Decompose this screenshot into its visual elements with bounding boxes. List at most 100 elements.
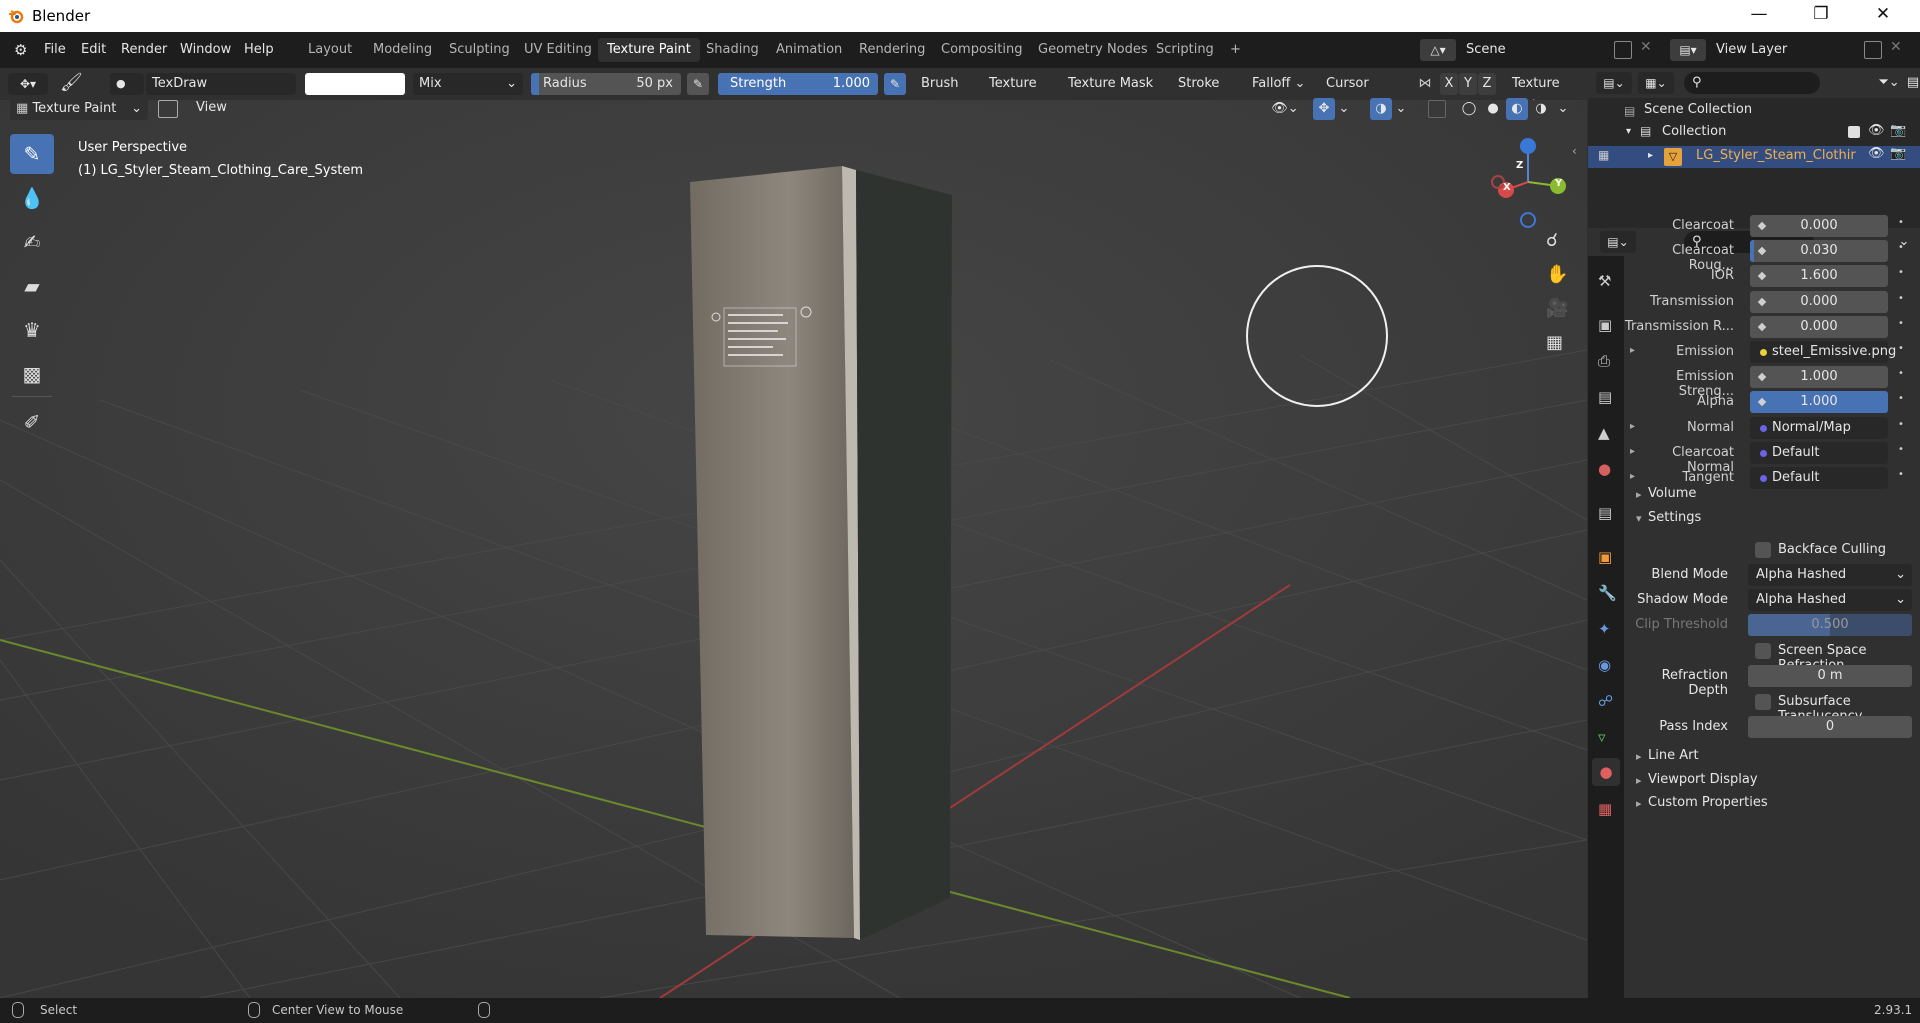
expand-icon[interactable]: ▸ — [1636, 774, 1642, 787]
falloff-menu[interactable]: Falloff ⌄ — [1246, 73, 1312, 95]
clone-tool-icon[interactable]: ▰ — [10, 266, 54, 306]
object-label[interactable]: LG_Styler_Steam_Clothir — [1696, 148, 1856, 163]
socket-icon[interactable] — [1757, 297, 1767, 306]
eye-icon[interactable]: 👁 — [1868, 146, 1885, 161]
socket-icon[interactable] — [1757, 372, 1767, 382]
view-layer-tab-icon[interactable]: ▤ — [1598, 388, 1612, 406]
outliner-search-input[interactable]: ⚲ — [1684, 72, 1820, 94]
tab-animation[interactable]: Animation — [767, 38, 851, 62]
tab-texture-paint[interactable]: Texture Paint — [598, 38, 700, 62]
expand-icon[interactable]: ▸ — [1636, 488, 1642, 501]
display-mode-icon[interactable]: ▦⌄ — [1638, 72, 1674, 94]
scene-selector-icon[interactable]: △▾ — [1420, 39, 1456, 61]
xray-toggle-icon[interactable] — [1428, 100, 1446, 118]
keyframe-dot-icon[interactable]: • — [1898, 343, 1904, 354]
view-menu[interactable]: View — [196, 100, 227, 115]
socket-icon[interactable] — [1760, 349, 1767, 356]
socket-icon[interactable] — [1760, 449, 1767, 457]
ssr-checkbox[interactable] — [1755, 643, 1771, 659]
socket-icon[interactable] — [1757, 221, 1767, 231]
outliner-editor-type-icon[interactable]: ▤⌄ — [1596, 72, 1632, 94]
keyframe-dot-icon[interactable]: • — [1898, 444, 1904, 455]
viewport-display-panel-header[interactable]: Viewport Display — [1648, 772, 1758, 787]
tab-uv-editing[interactable]: UV Editing — [515, 38, 601, 62]
tab-layout[interactable]: Layout — [299, 38, 361, 62]
keyframe-dot-icon[interactable]: • — [1898, 217, 1904, 228]
property-field[interactable]: Normal/Map — [1750, 416, 1888, 439]
refraction-depth-field[interactable]: 0 m — [1748, 665, 1912, 687]
keyframe-dot-icon[interactable]: • — [1898, 393, 1904, 404]
brush-name-field[interactable]: TexDraw — [146, 73, 296, 95]
brush-menu[interactable]: Brush ⌄ — [915, 73, 975, 113]
expand-icon[interactable]: ▸ — [1636, 797, 1642, 810]
tab-geometry-nodes[interactable]: Geometry Nodes — [1029, 38, 1157, 62]
menu-help[interactable]: Help — [244, 32, 274, 68]
property-field[interactable]: Default — [1750, 441, 1888, 464]
property-field[interactable]: 1.000 — [1750, 391, 1888, 414]
collection-checkbox[interactable] — [1848, 126, 1860, 138]
property-field[interactable]: 0.000 — [1750, 315, 1888, 338]
menu-window[interactable]: Window — [180, 32, 231, 68]
output-tab-icon[interactable]: ⎙ — [1598, 352, 1610, 370]
property-field[interactable]: 0.000 — [1750, 215, 1888, 237]
socket-icon[interactable] — [1757, 322, 1767, 332]
3d-viewport[interactable]: Z Y X User Perspective (1) LG_Styler_Ste… — [0, 100, 1587, 998]
shadow-mode-dropdown[interactable]: Alpha Hashed ⌄ — [1748, 589, 1912, 611]
rendered-shading-icon[interactable]: ◑ — [1530, 98, 1552, 120]
new-collection-icon[interactable]: ▤ — [1906, 72, 1920, 94]
pan-hand-icon[interactable]: ✋ — [1546, 264, 1568, 285]
socket-icon[interactable] — [1757, 272, 1767, 281]
socket-icon[interactable] — [1760, 424, 1767, 432]
socket-icon[interactable] — [1757, 246, 1767, 256]
tab-sculpting[interactable]: Sculpting — [440, 38, 519, 62]
settings-panel-header[interactable]: Settings — [1648, 510, 1701, 525]
annotate-tool-icon[interactable]: ✐ — [10, 402, 54, 442]
keyframe-dot-icon[interactable]: • — [1898, 318, 1904, 329]
filter-icon[interactable]: ⏷⌄ — [1874, 72, 1904, 94]
menu-render[interactable]: Render — [121, 32, 167, 68]
tab-shading[interactable]: Shading — [697, 38, 768, 62]
custom-properties-panel-header[interactable]: Custom Properties — [1648, 795, 1768, 810]
property-field[interactable]: 0.030 — [1750, 240, 1888, 263]
tab-scripting[interactable]: Scripting — [1147, 38, 1223, 62]
strength-pressure-icon[interactable]: ✎ — [884, 73, 906, 95]
property-field[interactable]: 0.000 — [1750, 290, 1888, 313]
render-tab-icon[interactable]: ▣ — [1598, 316, 1612, 334]
subsurface-checkbox[interactable] — [1755, 694, 1771, 710]
constraints-tab-icon[interactable]: ☍ — [1598, 692, 1613, 710]
expand-icon[interactable]: ▸ — [1630, 471, 1635, 482]
scene-field[interactable]: Scene — [1460, 39, 1610, 61]
smear-tool-icon[interactable]: ✍ — [10, 222, 54, 262]
brush-color-swatch[interactable] — [305, 73, 405, 95]
view-layer-selector-icon[interactable]: ▤▾ — [1670, 39, 1706, 61]
stroke-menu[interactable]: Stroke ⌄ — [1172, 73, 1238, 113]
data-tab-icon[interactable]: ▿ — [1598, 728, 1606, 746]
collapse-icon[interactable]: ▾ — [1636, 512, 1642, 525]
sidebar-toggle-icon[interactable]: ‹ — [1572, 144, 1577, 158]
expand-icon[interactable]: ▸ — [1630, 446, 1635, 457]
collection-label[interactable]: Collection — [1662, 124, 1726, 139]
tool-tab-icon[interactable]: ⚒ — [1598, 272, 1611, 290]
pass-index-field[interactable]: 0 — [1748, 716, 1912, 738]
property-field[interactable]: Default — [1750, 467, 1888, 489]
blend-mode-select[interactable]: Mix ⌄ — [413, 73, 523, 95]
blend-mode-dropdown[interactable]: Alpha Hashed ⌄ — [1748, 564, 1912, 586]
object-tab-icon[interactable]: ▣ — [1598, 548, 1612, 566]
expand-icon[interactable]: ▸ — [1630, 421, 1635, 432]
chevron-down-icon[interactable]: ⌄ — [1556, 98, 1570, 120]
material-shading-icon[interactable]: ◐ — [1506, 98, 1528, 120]
new-scene-icon[interactable] — [1614, 41, 1632, 59]
minimize-icon[interactable]: — — [1744, 4, 1774, 28]
particles-tab-icon[interactable]: ✦ — [1598, 620, 1611, 638]
world-tab-icon[interactable]: ● — [1598, 460, 1611, 478]
scene-collection-label[interactable]: Scene Collection — [1644, 102, 1752, 117]
gizmo-toggle-icon[interactable]: ✥ — [1313, 98, 1335, 120]
blender-menu-icon[interactable]: ⚙ — [14, 32, 27, 68]
add-workspace-icon[interactable]: + — [1221, 38, 1250, 62]
remove-view-layer-icon[interactable]: ✕ — [1890, 39, 1906, 55]
property-field[interactable]: steel_Emissive.png — [1750, 341, 1896, 363]
tab-rendering[interactable]: Rendering — [850, 38, 934, 62]
fill-tool-icon[interactable]: ♛ — [10, 310, 54, 350]
backface-culling-checkbox[interactable] — [1755, 542, 1771, 558]
mirror-y-toggle[interactable]: Y — [1459, 73, 1477, 95]
